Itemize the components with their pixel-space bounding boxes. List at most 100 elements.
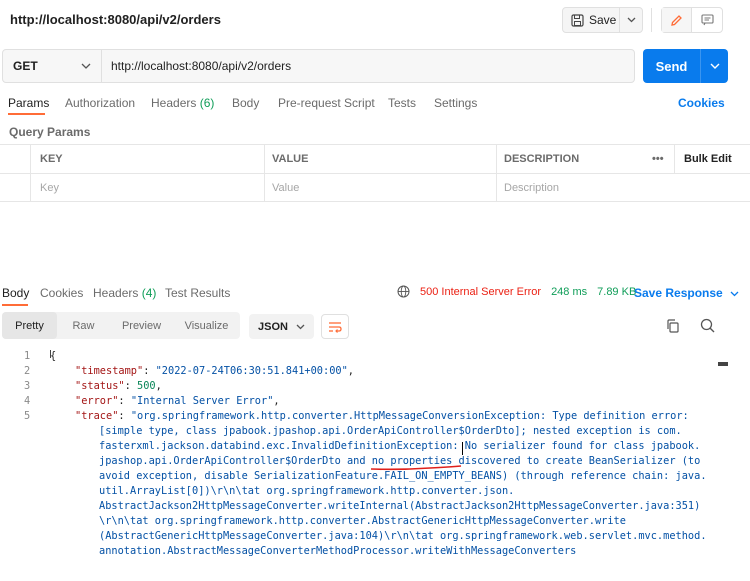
response-tabs: Body Cookies Headers (4) Test Results 50… [0, 284, 750, 306]
json-string: "Internal Server Error" [130, 395, 274, 407]
response-size[interactable]: 7.89 KB [597, 286, 636, 298]
code-line: "status": 500, [75, 380, 162, 392]
wrap-icon [329, 321, 342, 333]
format-preview-button[interactable]: Preview [110, 312, 173, 339]
code-brace: { [50, 350, 57, 362]
code-line: fasterxml.jackson.databind.exc.InvalidDe… [99, 440, 701, 452]
copy-icon[interactable] [666, 319, 679, 333]
request-url-box: GET http://localhost:8080/api/v2/orders [2, 49, 635, 83]
response-tab-test-results[interactable]: Test Results [165, 286, 230, 300]
request-tabs: Params Authorization Headers (6) Body Pr… [0, 94, 750, 115]
tab-settings[interactable]: Settings [434, 96, 477, 110]
code-line: (AbstractGenericHttpMessageConverter.jav… [99, 530, 707, 542]
annotation-underline [370, 465, 462, 471]
format-raw-button[interactable]: Raw [57, 312, 110, 339]
line-number: 5 [24, 410, 31, 422]
code-line: \r\n\tat org.springframework.http.conver… [99, 515, 626, 527]
column-divider [30, 144, 31, 202]
json-string: "2022-07-24T06:30:51.841+00:00" [155, 365, 348, 377]
column-divider [264, 144, 265, 202]
globe-icon[interactable] [397, 285, 410, 298]
response-time[interactable]: 248 ms [551, 286, 587, 298]
url-input[interactable]: http://localhost:8080/api/v2/orders [102, 50, 634, 82]
format-visualize-button[interactable]: Visualize [173, 312, 240, 339]
line-number: 4 [24, 395, 31, 407]
active-tab-indicator [8, 113, 45, 115]
save-response-label: Save Response [634, 286, 723, 300]
column-divider [496, 144, 497, 202]
tab-params[interactable]: Params [8, 96, 49, 110]
language-select[interactable]: JSON [249, 314, 314, 339]
tab-authorization[interactable]: Authorization [65, 96, 135, 110]
value-input[interactable]: Value [272, 174, 299, 202]
save-button-group[interactable]: Save [562, 7, 643, 33]
line-number: 3 [24, 380, 31, 392]
tab-headers-count: (6) [199, 96, 215, 110]
tab-body[interactable]: Body [232, 96, 259, 110]
code-line: avoid exception, disable SerializationFe… [99, 470, 707, 482]
tab-headers-label: Headers [151, 96, 197, 110]
json-string: "org.springframework.http.converter.Http… [130, 410, 689, 422]
request-bar: GET http://localhost:8080/api/v2/orders … [0, 49, 750, 83]
tab-tests[interactable]: Tests [388, 96, 416, 110]
json-key: "status" [75, 380, 125, 392]
response-body-editor[interactable]: 1 2 3 4 5 { "timestamp": "2022-07-24T06:… [0, 348, 730, 581]
format-toggle: Pretty Raw Preview Visualize [2, 312, 240, 339]
save-button[interactable]: Save [563, 8, 621, 32]
send-dropdown-button[interactable] [701, 49, 728, 83]
editor-mode-toggle[interactable] [661, 7, 723, 33]
save-response-button[interactable]: Save Response [634, 286, 739, 300]
json-key: "error" [75, 395, 119, 407]
edit-mode-button[interactable] [662, 8, 693, 32]
description-input[interactable]: Description [504, 174, 559, 202]
language-label: JSON [258, 320, 288, 333]
save-label: Save [589, 13, 617, 27]
wrap-lines-button[interactable] [321, 314, 349, 339]
bottom-fade [0, 569, 750, 581]
query-params-table: KEY VALUE DESCRIPTION ••• Bulk Edit Key … [0, 144, 750, 202]
column-header-key: KEY [40, 153, 63, 165]
response-tab-cookies[interactable]: Cookies [40, 286, 83, 300]
code-line: annotation.AbstractMessageConverterMetho… [99, 545, 577, 557]
comments-button[interactable] [692, 8, 722, 32]
send-button[interactable]: Send [643, 49, 701, 83]
bulk-edit-button[interactable]: Bulk Edit [684, 145, 732, 173]
column-divider [674, 144, 675, 173]
column-header-description: DESCRIPTION [504, 153, 580, 165]
chevron-down-icon [296, 324, 305, 329]
request-title[interactable]: http://localhost:8080/api/v2/orders [10, 12, 221, 27]
chevron-down-icon [627, 17, 636, 23]
active-tab-indicator [2, 304, 28, 306]
divider [651, 8, 652, 32]
status-badge[interactable]: 500 Internal Server Error [420, 286, 541, 298]
search-icon[interactable] [700, 318, 715, 333]
save-dropdown-button[interactable] [620, 8, 642, 32]
title-bar: http://localhost:8080/api/v2/orders Save [0, 0, 750, 40]
more-options-button[interactable]: ••• [652, 145, 664, 173]
column-header-value: VALUE [272, 153, 309, 165]
key-input[interactable]: Key [40, 174, 59, 202]
cookies-link[interactable]: Cookies [678, 96, 725, 110]
response-tab-headers-count: (4) [141, 286, 157, 300]
code-line: [simple type, class jpabook.jpashop.api.… [99, 425, 682, 437]
format-pretty-button[interactable]: Pretty [2, 312, 57, 339]
code-line: "timestamp": "2022-07-24T06:30:51.841+00… [75, 365, 354, 377]
scrollbar-thumb[interactable] [718, 362, 728, 366]
code-line: util.ArrayList[0])\r\n\tat org.springfra… [99, 485, 515, 497]
response-tab-headers-label: Headers [93, 286, 139, 300]
code-line: "trace": "org.springframework.http.conve… [75, 410, 689, 422]
response-meta: 500 Internal Server Error 248 ms 7.89 KB [397, 285, 636, 298]
query-params-label: Query Params [9, 125, 91, 139]
table-row: Key Value Description [0, 173, 750, 202]
tab-pre-request-script[interactable]: Pre-request Script [278, 96, 375, 110]
method-label: GET [13, 59, 38, 73]
json-key: "timestamp" [75, 365, 144, 377]
tab-headers[interactable]: Headers (6) [151, 96, 214, 110]
chevron-down-icon [81, 63, 91, 69]
chevron-down-icon [710, 63, 719, 69]
response-tab-headers[interactable]: Headers (4) [93, 286, 156, 300]
response-tab-body[interactable]: Body [2, 286, 29, 300]
pencil-icon [671, 14, 682, 26]
send-button-group[interactable]: Send [643, 49, 728, 83]
method-select[interactable]: GET [3, 50, 102, 82]
